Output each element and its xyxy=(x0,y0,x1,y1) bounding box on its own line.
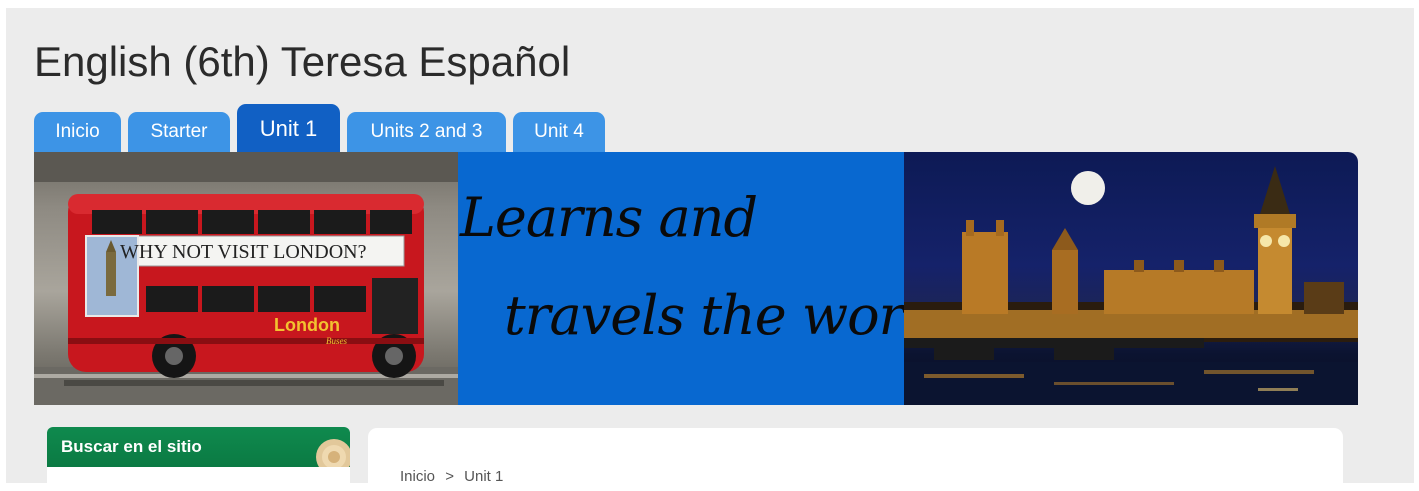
tab-unit-4[interactable]: Unit 4 xyxy=(513,112,605,152)
westminster-illustration xyxy=(904,166,1358,405)
header-banner: WHY NOT VISIT LONDON? London Buses Learn… xyxy=(34,152,1358,405)
breadcrumb: Inicio > Unit 1 xyxy=(400,468,509,485)
search-block-header: Buscar en el sitio xyxy=(47,427,350,467)
search-block: Buscar en el sitio xyxy=(47,427,350,491)
westminster-night-photo xyxy=(904,152,1358,405)
bus-logo-text: London xyxy=(274,315,340,335)
site-title[interactable]: English (6th) Teresa Español xyxy=(34,38,570,86)
bus-logo-subtext: Buses xyxy=(326,336,347,346)
bus-sign-text: WHY NOT VISIT LONDON? xyxy=(120,241,367,263)
bus-photo: WHY NOT VISIT LONDON? London Buses xyxy=(34,152,458,405)
main-content-card: Inicio > Unit 1 xyxy=(368,428,1343,491)
slogan-panel: Learns and travels the world xyxy=(458,152,954,405)
london-bus-illustration xyxy=(34,152,458,405)
page: English (6th) Teresa Español Inicio Star… xyxy=(6,8,1414,491)
breadcrumb-separator: > xyxy=(445,468,454,485)
tab-bar: Inicio Starter Unit 1 Units 2 and 3 Unit… xyxy=(34,104,674,152)
seashell-icon xyxy=(316,439,350,467)
breadcrumb-home-link[interactable]: Inicio xyxy=(400,468,435,485)
slogan-line-2: travels the world xyxy=(504,284,954,347)
tab-starter[interactable]: Starter xyxy=(128,112,230,152)
tab-inicio[interactable]: Inicio xyxy=(34,112,121,152)
search-block-title: Buscar en el sitio xyxy=(61,437,202,456)
slogan-line-1: Learns and xyxy=(460,186,758,249)
tab-unit-1[interactable]: Unit 1 xyxy=(237,104,340,152)
tab-units-2-and-3[interactable]: Units 2 and 3 xyxy=(347,112,506,152)
breadcrumb-current: Unit 1 xyxy=(464,468,504,485)
